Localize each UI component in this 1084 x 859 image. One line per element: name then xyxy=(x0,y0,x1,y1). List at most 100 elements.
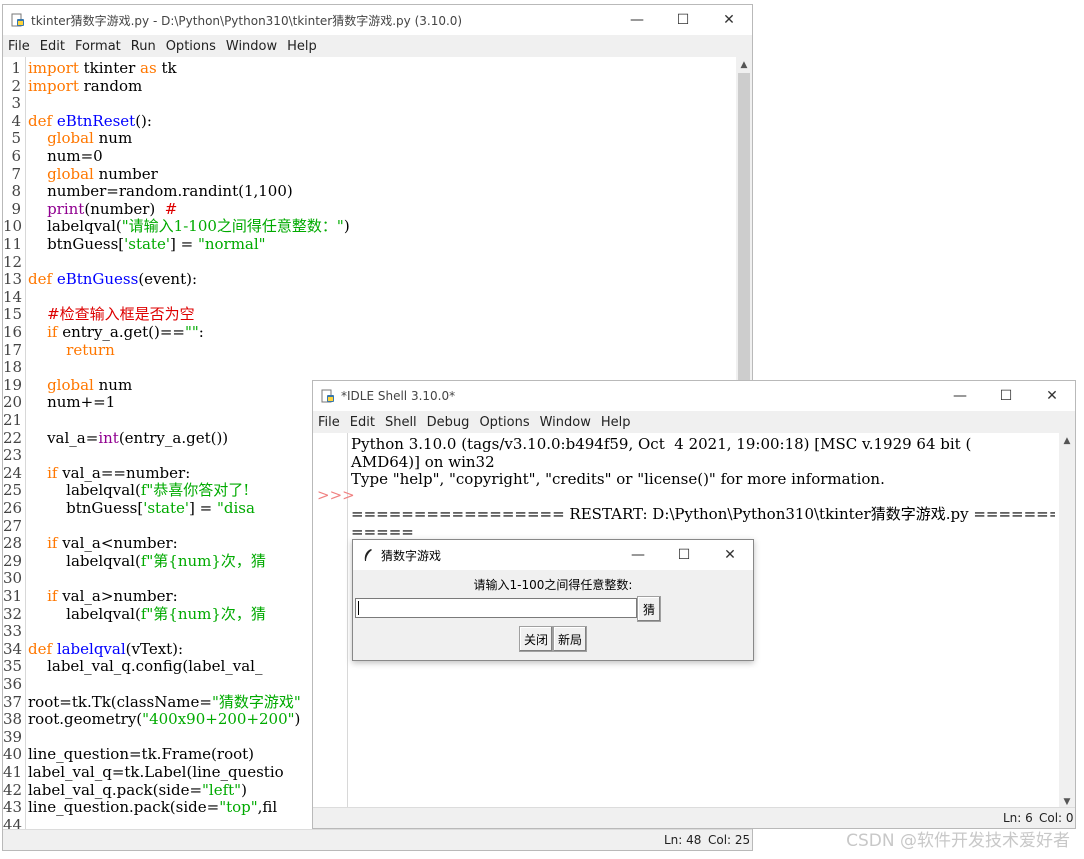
code-text: global number xyxy=(28,165,158,183)
code-token: as xyxy=(140,59,157,77)
shell-scrollbar[interactable]: ▲ ▼ xyxy=(1059,433,1075,810)
line-number: 19 xyxy=(3,375,23,394)
editor-menu-help[interactable]: Help xyxy=(282,39,322,54)
line-number: 30 xyxy=(3,569,23,588)
minimize-button[interactable]: — xyxy=(614,5,660,35)
code-token: num+=1 xyxy=(28,393,116,412)
shell-menu-window[interactable]: Window xyxy=(535,415,596,430)
code-token: f"第{num}次，猜 xyxy=(140,551,266,570)
tk-maximize-button[interactable]: ☐ xyxy=(661,540,707,570)
code-text: def labelqval(vText): xyxy=(28,640,183,658)
line-number: 5 xyxy=(11,129,21,148)
scroll-up-icon[interactable]: ▲ xyxy=(736,57,752,73)
shell-menu-edit[interactable]: Edit xyxy=(345,415,380,430)
tk-game-window: 猜数字游戏 — ☐ ✕ 请输入1-100之间得任意整数: 猜 关闭 新局 xyxy=(352,539,754,661)
line-number: 6 xyxy=(11,147,21,165)
code-text: if val_a<number: xyxy=(28,534,178,552)
code-text: import random xyxy=(28,77,142,95)
shell-menu-help[interactable]: Help xyxy=(596,415,636,430)
code-token: eBtnGuess xyxy=(56,270,139,289)
code-text: num+=1 xyxy=(28,393,115,411)
tk-close-button[interactable]: ✕ xyxy=(707,540,753,570)
code-token: labelqval( xyxy=(28,481,141,500)
shell-maximize-button[interactable]: ☐ xyxy=(983,381,1029,411)
line-number: 1 xyxy=(11,59,21,77)
shell-menu-shell[interactable]: Shell xyxy=(380,415,422,430)
shell-menu-debug[interactable]: Debug xyxy=(422,415,475,430)
code-text: line_question.pack(side="top",fil xyxy=(28,798,277,816)
line-number: 4 xyxy=(11,111,21,130)
shell-menubar: File Edit Shell Debug Options Window Help xyxy=(313,411,1075,433)
code-token: 'state' xyxy=(124,235,170,253)
code-text: global num xyxy=(28,129,132,147)
shell-minimize-button[interactable]: — xyxy=(937,381,983,411)
editor-menu-run[interactable]: Run xyxy=(126,39,161,54)
shell-title: *IDLE Shell 3.10.0* xyxy=(341,389,456,403)
tk-titlebar[interactable]: 猜数字游戏 — ☐ ✕ xyxy=(353,540,753,570)
editor-menu-options[interactable]: Options xyxy=(161,39,221,54)
line-number: 8 xyxy=(11,182,21,201)
code-token: line_question=tk.Frame(root) xyxy=(28,745,255,764)
line-number: 10 xyxy=(3,217,23,236)
code-token: "disa xyxy=(217,499,255,517)
editor-menu-format[interactable]: Format xyxy=(70,39,126,54)
code-token: (vText): xyxy=(125,639,184,658)
shell-output-line: AMD64)] on win32 xyxy=(351,452,495,471)
editor-menu-file[interactable]: File xyxy=(3,39,35,54)
code-text: global num xyxy=(28,376,132,394)
line-number: 28 xyxy=(3,534,23,553)
line-number: 36 xyxy=(3,675,23,693)
scroll-up-icon[interactable]: ▲ xyxy=(1059,433,1075,449)
editor-title: tkinter猜数字游戏.py - D:\Python\Python310\tk… xyxy=(31,13,463,28)
tk-title: 猜数字游戏 xyxy=(381,548,442,563)
code-token: (event): xyxy=(138,270,198,289)
line-number: 42 xyxy=(3,780,23,799)
new-game-button[interactable]: 新局 xyxy=(553,626,587,652)
editor-menubar: File Edit Format Run Options Window Help xyxy=(3,35,752,57)
code-token: import xyxy=(28,76,79,95)
code-token: return xyxy=(66,340,115,359)
code-token: val_a>number: xyxy=(57,587,178,605)
shell-output-line: Python 3.10.0 (tags/v3.10.0:b494f59, Oct… xyxy=(351,435,972,453)
shell-close-button[interactable]: ✕ xyxy=(1029,381,1075,411)
code-token: num xyxy=(93,375,133,394)
guess-entry[interactable] xyxy=(355,598,637,618)
line-number: 40 xyxy=(3,745,23,764)
line-number: 20 xyxy=(3,393,23,412)
line-number: 27 xyxy=(3,516,23,535)
text-caret xyxy=(358,601,359,615)
maximize-button[interactable]: ☐ xyxy=(660,5,706,35)
code-text: #检查输入框是否为空 xyxy=(28,305,195,323)
line-number: 2 xyxy=(11,76,21,95)
line-number: 38 xyxy=(3,710,23,729)
editor-statusbar: Ln: 48 Col: 25 xyxy=(3,829,752,850)
question-label: 请输入1-100之间得任意整数: xyxy=(473,578,633,592)
close-button[interactable]: ✕ xyxy=(706,5,752,35)
code-token: val_a==number: xyxy=(57,463,191,482)
line-number: 18 xyxy=(3,358,23,377)
shell-menu-options[interactable]: Options xyxy=(474,415,534,430)
code-text: num=0 xyxy=(28,147,103,165)
line-number: 39 xyxy=(3,727,23,746)
guess-button[interactable]: 猜 xyxy=(637,596,661,622)
code-token: label_val_q=tk.Label(line_questio xyxy=(28,763,284,781)
tk-minimize-button[interactable]: — xyxy=(615,540,661,570)
shell-menu-file[interactable]: File xyxy=(313,415,345,430)
code-text: if val_a==number: xyxy=(28,464,190,482)
code-token: val_a= xyxy=(28,428,99,447)
close-game-button[interactable]: 关闭 xyxy=(519,626,553,652)
line-number: 33 xyxy=(3,622,23,641)
maximize-icon: ☐ xyxy=(677,547,691,563)
line-number: 9 xyxy=(11,199,21,218)
code-text: if entry_a.get()=="": xyxy=(28,323,204,341)
editor-menu-window[interactable]: Window xyxy=(221,39,282,54)
shell-titlebar[interactable]: *IDLE Shell 3.10.0* — ☐ ✕ xyxy=(313,381,1075,411)
editor-titlebar[interactable]: tkinter猜数字游戏.py - D:\Python\Python310\tk… xyxy=(3,5,752,35)
line-number: 25 xyxy=(3,481,23,500)
editor-menu-edit[interactable]: Edit xyxy=(35,39,70,54)
code-text: return xyxy=(28,341,115,359)
line-number: 17 xyxy=(3,340,23,359)
